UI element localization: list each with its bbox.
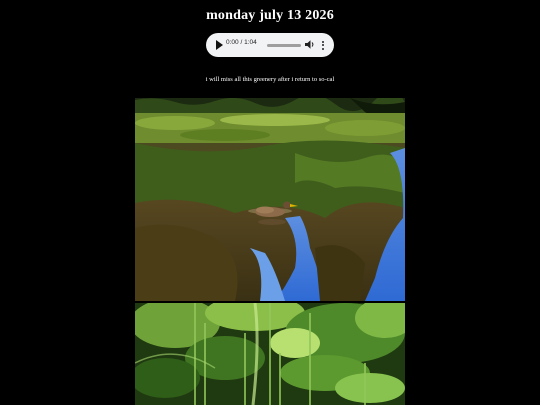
audio-progress-bar[interactable] — [267, 44, 301, 47]
post-caption: i will miss all this greenery after i re… — [205, 76, 335, 83]
volume-icon[interactable] — [305, 39, 315, 50]
audio-time-display: 0:00 / 1:04 — [226, 39, 257, 46]
audio-player[interactable]: 0:00 / 1:04 — [206, 33, 334, 57]
more-vertical-icon[interactable] — [320, 39, 326, 51]
play-icon[interactable] — [216, 40, 223, 50]
post-title: monday july 13 2026 — [206, 8, 334, 23]
green-leaves-photo — [135, 303, 405, 405]
pond-duck-photo — [135, 98, 405, 301]
